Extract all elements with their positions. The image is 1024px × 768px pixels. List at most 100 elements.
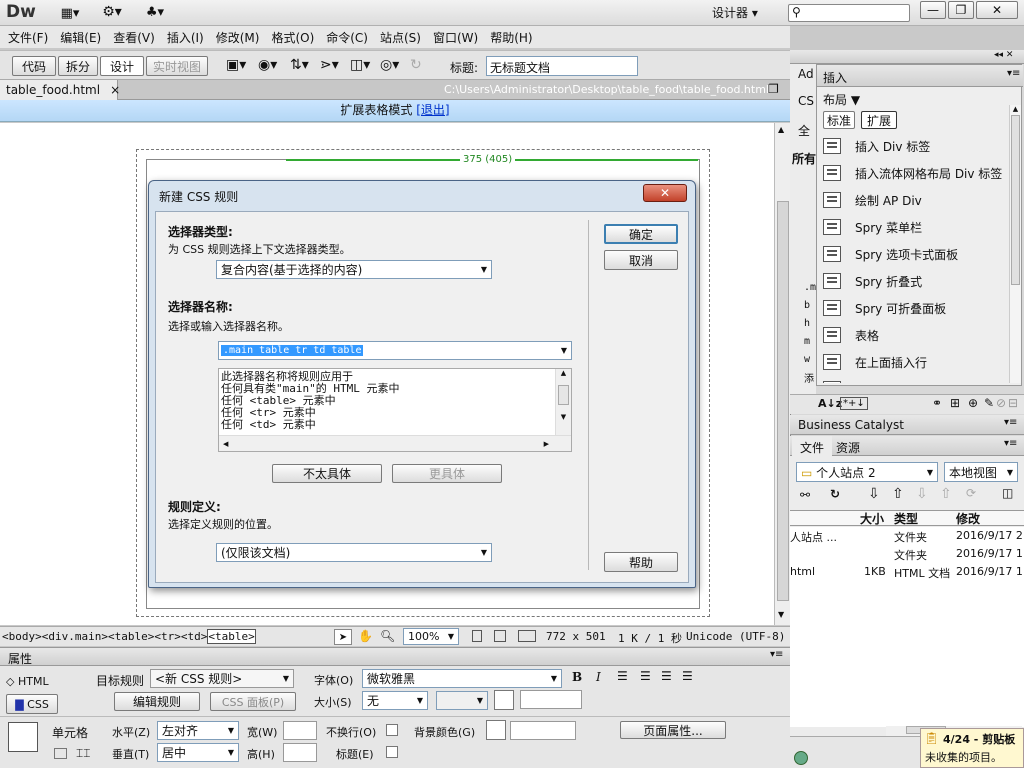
header-checkbox[interactable]	[386, 746, 398, 758]
tag-selector-item[interactable]: <div.main>	[42, 630, 108, 643]
css-panel-button[interactable]: CSS 面板(P)	[210, 692, 296, 711]
menu-item[interactable]: 命令(C)	[322, 29, 376, 46]
sort-az-icon[interactable]: A↓z	[818, 397, 842, 410]
menu-item[interactable]: 文件(F)	[4, 29, 56, 46]
tag-selector-item[interactable]: <table>	[108, 630, 154, 643]
insert-item[interactable]: 在上面插入行	[817, 349, 1009, 375]
align-right-icon[interactable]: ☰	[661, 669, 672, 683]
insert-item[interactable]: 插入流体网格布局 Div 标签	[817, 160, 1009, 186]
target-rule-select[interactable]: <新 CSS 规则> ▼	[150, 669, 294, 688]
more-specific-button[interactable]: 更具体	[392, 464, 502, 483]
delete-icon[interactable]: ⊟	[1008, 396, 1018, 410]
italic-button[interactable]: I	[596, 670, 601, 684]
height-input[interactable]	[283, 743, 317, 762]
panel-menu-icon[interactable]: ▾≡	[770, 649, 783, 660]
business-catalyst-panel[interactable]: Business Catalyst ▾≡	[790, 415, 1024, 435]
visual-aids-icon[interactable]: ◫▾	[350, 57, 370, 73]
title-input[interactable]: 无标题文档	[486, 56, 638, 76]
desc-hscroll[interactable]: ◀ ▶	[219, 435, 571, 451]
checkout-icon[interactable]: ⇩	[916, 486, 928, 502]
align-center-icon[interactable]: ☰	[640, 669, 651, 683]
scroll-down-icon[interactable]: ▼	[778, 610, 784, 619]
site-select[interactable]: ▭ 个人站点 2 ▼	[796, 462, 938, 482]
size-unit-select[interactable]: ▼	[436, 691, 488, 710]
split-cell-icon[interactable]: ⌶⌶	[76, 746, 90, 761]
tag-selector-item[interactable]: <td>	[181, 630, 208, 643]
css-rule-snippet[interactable]: h	[804, 318, 810, 329]
workspace-switcher[interactable]: 设计器 ▾	[712, 4, 758, 21]
site-icon[interactable]: ♣▾	[143, 4, 167, 20]
window-size-icon-1[interactable]	[472, 630, 482, 642]
css-rule-snippet[interactable]: .m	[804, 282, 816, 293]
file-manage-icon[interactable]: ⇅▾	[290, 57, 309, 73]
insert-item[interactable]: Spry 菜单栏	[817, 214, 1009, 240]
side-tab[interactable]: Ad	[798, 67, 814, 81]
view-design-button[interactable]: 设计	[100, 56, 144, 76]
side-tab[interactable]: CS	[798, 94, 814, 108]
minimize-button[interactable]: —	[920, 1, 946, 19]
insert-item[interactable]: 表格	[817, 322, 1009, 348]
size-select[interactable]: 无 ▼	[362, 691, 428, 710]
refresh-icon[interactable]: ↻	[410, 57, 422, 73]
files-menu-icon[interactable]: ▾≡	[1004, 438, 1017, 449]
insert-item[interactable]: 绘制 AP Div	[817, 187, 1009, 213]
menu-item[interactable]: 插入(I)	[163, 29, 212, 46]
clipboard-notification[interactable]: 📋︎ 4/24 - 剪贴板 未收集的项目。	[920, 728, 1024, 768]
file-row[interactable]: 文件夹 2016/9/17 1	[790, 545, 1024, 563]
insert-item[interactable]: 插入 Div 标签	[817, 133, 1009, 159]
tab-assets[interactable]: 资源	[836, 439, 860, 456]
horz-select[interactable]: 左对齐 ▼	[157, 721, 239, 740]
expand-button[interactable]: 扩展	[861, 111, 897, 129]
select-tool-icon[interactable]: ➤	[334, 629, 352, 645]
selector-name-combo[interactable]: .main table tr td table ▼	[218, 341, 572, 360]
insert-item[interactable]: 在下面插入行	[817, 376, 1009, 383]
window-dimensions[interactable]: 772 x 501	[546, 630, 606, 643]
css-rule-snippet[interactable]: 添	[804, 370, 814, 385]
tag-selector-item[interactable]: <body>	[2, 630, 42, 643]
bg-color-swatch[interactable]	[486, 720, 506, 740]
tag-selector-item[interactable]: <table>	[207, 629, 256, 644]
close-button[interactable]: ✕	[976, 1, 1018, 19]
tab-insert[interactable]: 插入	[823, 69, 847, 86]
inspect-icon[interactable]: ⋗▾	[320, 57, 339, 73]
view-split-button[interactable]: 拆分	[58, 56, 98, 76]
scroll-thumb[interactable]	[777, 201, 789, 601]
layout-icon[interactable]: ▦▾	[58, 5, 82, 21]
side-tab[interactable]: 所有	[792, 150, 816, 167]
html-mode-button[interactable]: ◇ HTML	[6, 675, 49, 688]
window-size-icon-2[interactable]	[494, 630, 506, 642]
collapse-panels-icon[interactable]: ◂◂ ✕	[994, 50, 1013, 60]
align-justify-icon[interactable]: ☰	[682, 669, 693, 683]
cancel-button[interactable]: 取消	[604, 250, 678, 270]
help-button[interactable]: 帮助	[604, 552, 678, 572]
less-specific-button[interactable]: 不太具体	[272, 464, 382, 483]
css-mode-button[interactable]: ▇ CSS	[6, 694, 58, 714]
css-rule-snippet[interactable]: m	[804, 336, 810, 347]
css-rule-snippet[interactable]: w	[804, 354, 810, 365]
menu-item[interactable]: 修改(M)	[212, 29, 268, 46]
connect-icon[interactable]: ⚯	[800, 488, 810, 502]
expand-view-icon[interactable]: ◫	[1002, 486, 1013, 500]
site-status-icon[interactable]	[794, 751, 808, 765]
edit-rule-button[interactable]: 编辑规则	[114, 692, 200, 711]
desc-vscroll[interactable]: ▲ ▼	[555, 369, 571, 435]
window-size-icon-3[interactable]	[518, 630, 536, 642]
restore-button[interactable]: ❐	[948, 1, 974, 19]
menu-item[interactable]: 格式(O)	[267, 29, 322, 46]
insert-item[interactable]: Spry 折叠式	[817, 268, 1009, 294]
search-input[interactable]: ⚲	[788, 4, 910, 22]
selector-name-value[interactable]: .main table tr td table	[221, 345, 364, 356]
tab-close-icon[interactable]: ×	[110, 83, 120, 97]
hand-tool-icon[interactable]: ✋	[358, 629, 373, 643]
rule-def-select[interactable]: (仅限该文档) ▼	[216, 543, 492, 562]
menu-item[interactable]: 帮助(H)	[486, 29, 540, 46]
width-input[interactable]	[283, 721, 317, 740]
menu-item[interactable]: 站点(S)	[376, 29, 429, 46]
design-scrollbar[interactable]: ▲ ▼	[774, 123, 790, 625]
exit-expanded-link[interactable]: [退出]	[416, 103, 449, 117]
ok-button[interactable]: 确定	[604, 224, 678, 244]
col-modified[interactable]: 修改	[956, 510, 980, 527]
text-color-swatch[interactable]	[494, 690, 514, 710]
nowrap-checkbox[interactable]	[386, 724, 398, 736]
insert-scrollbar[interactable]: ▲	[1009, 105, 1021, 383]
